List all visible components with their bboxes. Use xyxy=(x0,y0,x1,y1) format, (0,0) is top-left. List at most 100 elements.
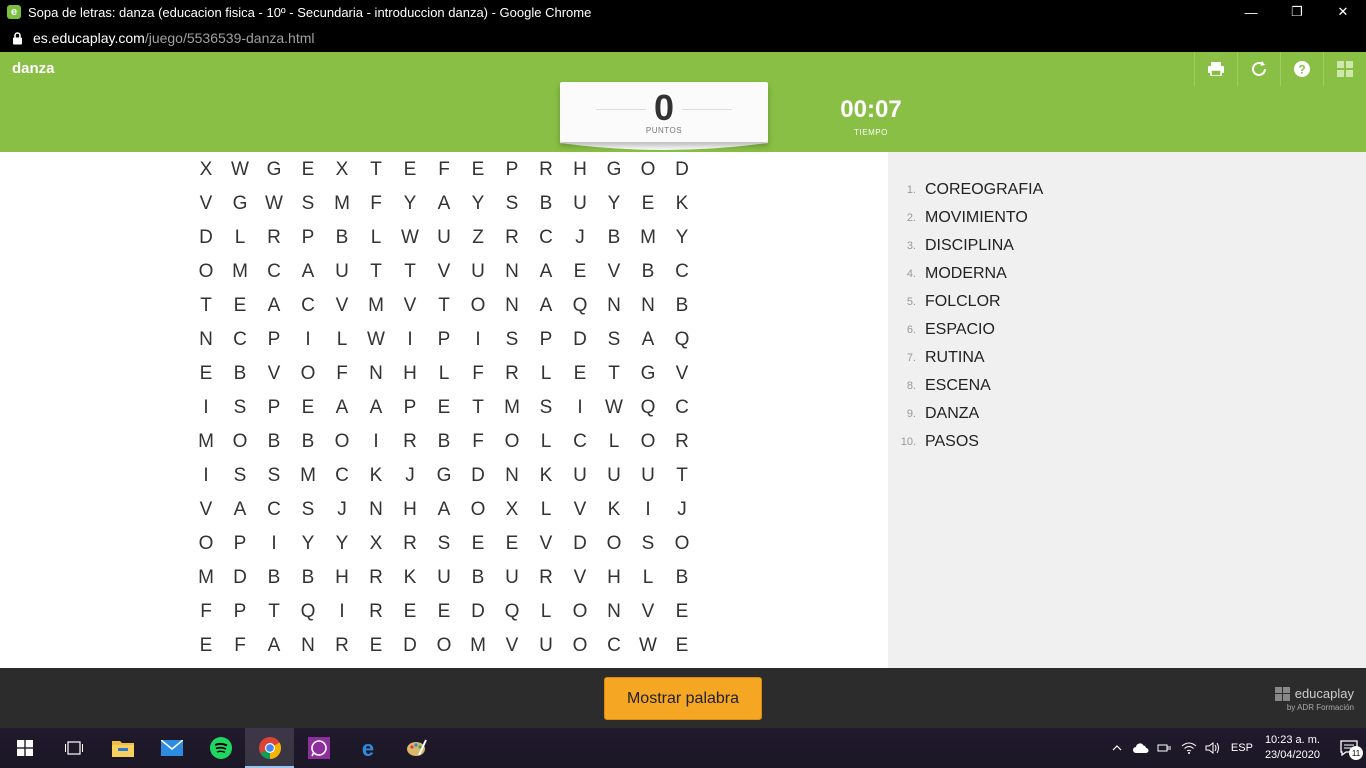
grid-cell[interactable]: E xyxy=(665,629,699,663)
grid-cell[interactable]: C xyxy=(665,255,699,289)
grid-cell[interactable]: Y xyxy=(393,187,427,221)
grid-cell[interactable]: P xyxy=(427,323,461,357)
grid-cell[interactable]: G xyxy=(597,153,631,187)
grid-cell[interactable]: R xyxy=(393,425,427,459)
grid-cell[interactable]: O xyxy=(631,153,665,187)
grid-cell[interactable]: R xyxy=(393,527,427,561)
grid-cell[interactable]: G xyxy=(631,357,665,391)
grid-cell[interactable]: E xyxy=(359,629,393,663)
grid-cell[interactable]: V xyxy=(563,493,597,527)
grid-cell[interactable]: L xyxy=(529,595,563,629)
grid-cell[interactable]: R xyxy=(325,629,359,663)
grid-cell[interactable]: P xyxy=(257,391,291,425)
grid-cell[interactable]: H xyxy=(393,493,427,527)
grid-cell[interactable]: E xyxy=(631,187,665,221)
grid-cell[interactable]: E xyxy=(427,391,461,425)
grid-cell[interactable]: F xyxy=(461,425,495,459)
grid-cell[interactable]: L xyxy=(529,425,563,459)
close-button[interactable]: ✕ xyxy=(1320,0,1366,24)
grid-cell[interactable]: T xyxy=(359,255,393,289)
grid-cell[interactable]: L xyxy=(359,221,393,255)
grid-cell[interactable]: I xyxy=(325,595,359,629)
grid-cell[interactable]: L xyxy=(631,561,665,595)
grid-cell[interactable]: M xyxy=(325,187,359,221)
grid-cell[interactable]: B xyxy=(257,561,291,595)
grid-cell[interactable]: I xyxy=(631,493,665,527)
grid-cell[interactable]: W xyxy=(223,153,257,187)
grid-cell[interactable]: X xyxy=(325,153,359,187)
grid-cell[interactable]: Y xyxy=(461,187,495,221)
grid-cell[interactable]: B xyxy=(291,425,325,459)
grid-cell[interactable]: A xyxy=(359,391,393,425)
grid-cell[interactable]: M xyxy=(495,391,529,425)
grid-cell[interactable]: O xyxy=(189,255,223,289)
grid-cell[interactable]: V xyxy=(325,289,359,323)
grid-cell[interactable]: F xyxy=(325,357,359,391)
grid-cell[interactable]: A xyxy=(529,255,563,289)
letter-grid[interactable]: XWGEXTEFEPRHGODVGWSMFYAYSBUYEKDLRPBLWUZR… xyxy=(189,153,699,663)
grid-cell[interactable]: M xyxy=(359,289,393,323)
grid-cell[interactable]: V xyxy=(665,357,699,391)
grid-cell[interactable]: E xyxy=(189,357,223,391)
grid-cell[interactable]: V xyxy=(257,357,291,391)
grid-cell[interactable]: S xyxy=(427,527,461,561)
grid-cell[interactable]: F xyxy=(223,629,257,663)
grid-cell[interactable]: D xyxy=(563,323,597,357)
grid-cell[interactable]: V xyxy=(495,629,529,663)
grid-cell[interactable]: S xyxy=(631,527,665,561)
grid-cell[interactable]: Y xyxy=(597,187,631,221)
grid-cell[interactable]: U xyxy=(529,629,563,663)
grid-cell[interactable]: W xyxy=(359,323,393,357)
grid-cell[interactable]: I xyxy=(393,323,427,357)
grid-cell[interactable]: V xyxy=(393,289,427,323)
grid-cell[interactable]: Q xyxy=(631,391,665,425)
grid-cell[interactable]: M xyxy=(291,459,325,493)
grid-cell[interactable]: O xyxy=(631,425,665,459)
address-bar[interactable]: es.educaplay.com/juego/5536539-danza.htm… xyxy=(0,24,1366,52)
grid-cell[interactable]: T xyxy=(393,255,427,289)
language-indicator[interactable]: ESP xyxy=(1225,742,1265,754)
grid-cell[interactable]: Y xyxy=(665,221,699,255)
grid-cell[interactable]: O xyxy=(461,289,495,323)
grid-cell[interactable]: F xyxy=(461,357,495,391)
grid-cell[interactable]: K xyxy=(665,187,699,221)
onedrive-icon[interactable] xyxy=(1129,728,1153,768)
windows-start-icon[interactable] xyxy=(0,728,49,768)
grid-cell[interactable]: R xyxy=(665,425,699,459)
grid-cell[interactable]: L xyxy=(427,357,461,391)
grid-cell[interactable]: H xyxy=(597,561,631,595)
grid-cell[interactable]: B xyxy=(529,187,563,221)
grid-cell[interactable]: K xyxy=(359,459,393,493)
grid-cell[interactable]: F xyxy=(427,153,461,187)
grid-cell[interactable]: D xyxy=(665,153,699,187)
system-clock[interactable]: 10:23 a. m. 23/04/2020 xyxy=(1265,733,1332,763)
grid-cell[interactable]: U xyxy=(563,187,597,221)
mail-icon[interactable] xyxy=(147,728,196,768)
grid-cell[interactable]: M xyxy=(461,629,495,663)
grid-cell[interactable]: N xyxy=(597,289,631,323)
grid-cell[interactable]: R xyxy=(495,357,529,391)
grid-cell[interactable]: B xyxy=(461,561,495,595)
grid-cell[interactable]: P xyxy=(223,595,257,629)
grid-cell[interactable]: A xyxy=(223,493,257,527)
grid-cell[interactable]: E xyxy=(665,595,699,629)
grid-cell[interactable]: I xyxy=(359,425,393,459)
grid-cell[interactable]: V xyxy=(189,493,223,527)
grid-cell[interactable]: U xyxy=(427,221,461,255)
grid-cell[interactable]: C xyxy=(223,323,257,357)
grid-cell[interactable]: D xyxy=(563,527,597,561)
grid-cell[interactable]: O xyxy=(495,425,529,459)
grid-cell[interactable]: B xyxy=(325,221,359,255)
grid-cell[interactable]: R xyxy=(359,595,393,629)
print-icon[interactable] xyxy=(1194,52,1237,86)
grid-cell[interactable]: P xyxy=(291,221,325,255)
grid-cell[interactable]: U xyxy=(325,255,359,289)
grid-cell[interactable]: L xyxy=(529,493,563,527)
paint-icon[interactable] xyxy=(392,728,441,768)
grid-cell[interactable]: O xyxy=(325,425,359,459)
grid-cell[interactable]: D xyxy=(461,459,495,493)
chrome-icon[interactable] xyxy=(245,728,294,768)
grid-cell[interactable]: C xyxy=(529,221,563,255)
grid-cell[interactable]: N xyxy=(495,289,529,323)
grid-cell[interactable]: E xyxy=(393,153,427,187)
